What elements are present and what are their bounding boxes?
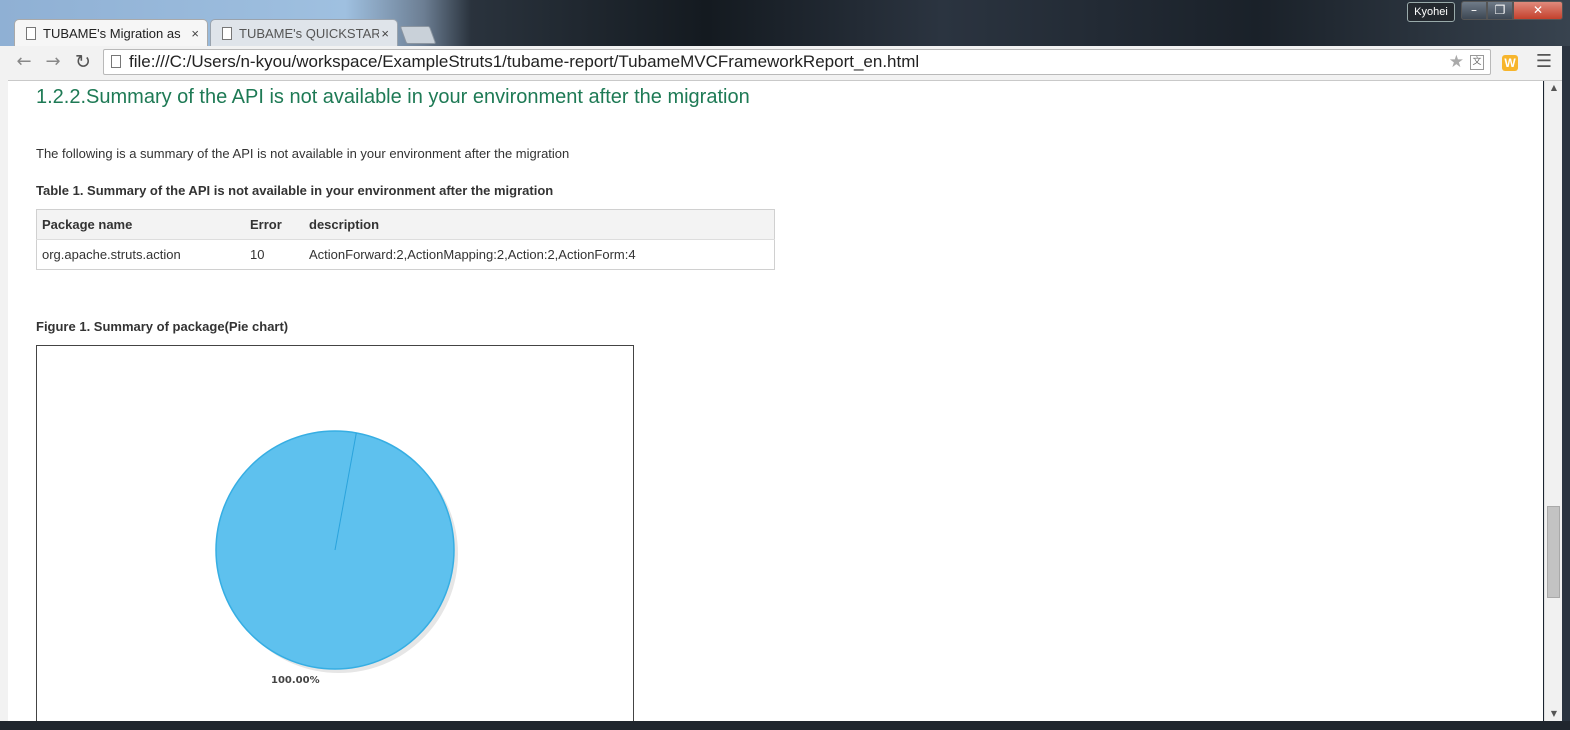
translate-icon[interactable]: 文	[1470, 55, 1484, 70]
pie-chart: 100.00%	[215, 430, 458, 686]
new-tab-button[interactable]	[399, 26, 437, 44]
intro-text: The following is a summary of the API is…	[36, 146, 570, 161]
column-header-description: description	[304, 209, 775, 240]
scroll-down-arrow-icon[interactable]: ▼	[1545, 707, 1563, 721]
close-tab-icon[interactable]: ×	[191, 20, 199, 46]
package-name-cell: org.apache.struts.action	[42, 247, 181, 262]
page-icon	[111, 55, 121, 68]
tab-label: TUBAME's Migration as	[43, 26, 181, 41]
close-window-icon[interactable]: ✕	[1513, 1, 1563, 20]
column-header-error: Error	[245, 209, 304, 240]
table-caption: Table 1. Summary of the API is not avail…	[36, 183, 554, 198]
pie-data-label: 100.00%	[271, 675, 320, 686]
page-icon	[26, 27, 36, 40]
address-bar[interactable]: file:///C:/Users/n-kyou/workspace/Exampl…	[103, 49, 1491, 75]
figure-caption: Figure 1. Summary of package(Pie chart)	[36, 319, 289, 334]
star-icon[interactable]: ★	[1449, 50, 1464, 74]
window-bottom-border	[0, 721, 1570, 730]
profile-badge[interactable]: Kyohei	[1407, 2, 1455, 22]
tab-quickstart[interactable]: TUBAME's QUICKSTART ×	[210, 19, 398, 46]
description-cell: ActionForward:2,ActionMapping:2,Action:2…	[309, 247, 636, 262]
minimize-icon[interactable]: –	[1461, 1, 1487, 20]
vertical-scrollbar[interactable]: ▲ ▼	[1544, 81, 1563, 721]
close-tab-icon[interactable]: ×	[381, 20, 389, 46]
url-text[interactable]: file:///C:/Users/n-kyou/workspace/Exampl…	[129, 50, 919, 74]
reload-icon[interactable]: ↻	[71, 50, 95, 74]
browser-toolbar: ← → ↻ file:///C:/Users/n-kyou/workspace/…	[0, 46, 1570, 81]
maximize-icon[interactable]: ❐	[1487, 1, 1513, 20]
forward-arrow-icon[interactable]: →	[41, 50, 65, 74]
page-content: 1.2.2.Summary of the API is not availabl…	[8, 81, 1543, 721]
window-controls: – ❐ ✕	[1461, 1, 1565, 20]
window-right-border	[1562, 46, 1570, 730]
menu-icon[interactable]: ☰	[1535, 51, 1553, 73]
section-heading: 1.2.2.Summary of the API is not availabl…	[36, 86, 750, 108]
scroll-up-arrow-icon[interactable]: ▲	[1545, 81, 1563, 95]
extension-icon[interactable]: W	[1502, 55, 1518, 71]
back-arrow-icon[interactable]: ←	[12, 50, 36, 74]
api-summary-table: Package name Error description org.apach…	[36, 209, 775, 270]
error-count-cell: 10	[250, 247, 265, 262]
table-header-row: Package name Error description	[36, 209, 775, 240]
tab-migration-report[interactable]: TUBAME's Migration as ×	[14, 19, 208, 46]
table-row: org.apache.struts.action 10 ActionForwar…	[37, 240, 775, 270]
page-icon	[222, 27, 232, 40]
scrollbar-thumb[interactable]	[1547, 506, 1560, 598]
tab-label: TUBAME's QUICKSTART	[239, 26, 379, 41]
pie-chart-frame: 100.00%	[36, 345, 634, 721]
window-left-border	[0, 80, 8, 730]
column-header-package: Package name	[36, 209, 245, 240]
